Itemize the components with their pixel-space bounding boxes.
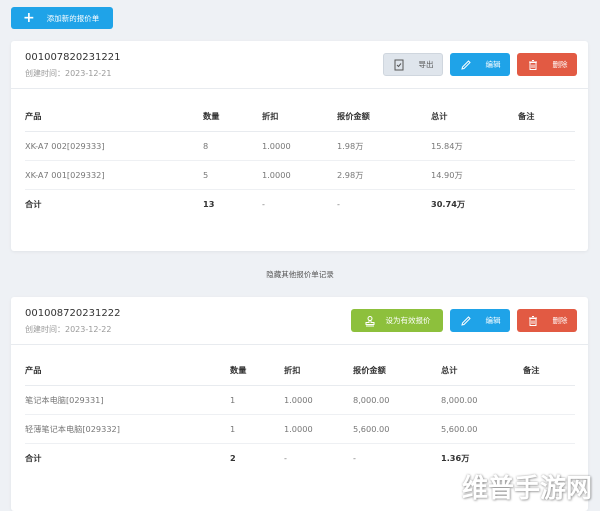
cell-discount: 1.0000 [284, 414, 353, 444]
hide-other-quotes-toggle[interactable]: 隐藏其他报价单记录 [0, 262, 600, 286]
toggle-label: 隐藏其他报价单记录 [266, 269, 334, 279]
table-header-row: 产品 数量 折扣 报价金额 总计 备注 [25, 102, 575, 132]
plus-icon: + [23, 10, 35, 26]
edit-label: 编辑 [485, 316, 501, 325]
cell-qty: 1 [230, 414, 284, 444]
quote-card-1: 001007820231221 创建时间：2023-12-21 导出 编辑 删除 [11, 41, 588, 251]
total-qty: 13 [203, 198, 215, 209]
quote-items-table: 产品 数量 折扣 报价金额 总计 备注 笔记本电脑[029331] 1 1.00… [25, 356, 575, 472]
quote-card-header: 001008720231222 创建时间：2023-12-22 设为有效报价 编… [11, 297, 588, 345]
cell-discount: 1.0000 [284, 385, 353, 415]
col-total: 总计 [431, 102, 518, 132]
cell-total: 14.90万 [431, 160, 518, 190]
edit-label: 编辑 [485, 60, 501, 69]
quote-created-date: 创建时间：2023-12-22 [25, 325, 112, 334]
col-discount: 折扣 [262, 102, 337, 132]
pencil-icon [460, 59, 471, 70]
total-discount: - [284, 452, 287, 463]
set-valid-label: 设为有效报价 [385, 316, 431, 325]
export-doc-icon [394, 59, 403, 70]
col-product: 产品 [25, 356, 230, 386]
total-qty: 2 [230, 452, 236, 463]
quote-items-table: 产品 数量 折扣 报价金额 总计 备注 XK-A7 002[029333] 8 … [25, 102, 575, 218]
col-amount: 报价金额 [353, 356, 441, 386]
cell-notes [518, 131, 575, 161]
cell-discount: 1.0000 [262, 160, 337, 190]
trash-icon [528, 315, 537, 326]
cell-product: XK-A7 002[029333] [25, 131, 203, 161]
quote-id: 001008720231222 [25, 308, 121, 319]
delete-button[interactable]: 删除 [517, 309, 577, 332]
quote-card-header: 001007820231221 创建时间：2023-12-21 导出 编辑 删除 [11, 41, 588, 89]
table-row: XK-A7 001[029332] 5 1.0000 2.98万 14.90万 [25, 160, 575, 190]
delete-label: 删除 [552, 60, 568, 69]
col-qty: 数量 [203, 102, 262, 132]
cell-qty: 8 [203, 131, 262, 161]
add-quote-label: 添加新的报价单 [46, 13, 100, 23]
total-amount: - [353, 452, 356, 463]
cell-qty: 1 [230, 385, 284, 415]
total-sum: 30.74万 [431, 198, 466, 209]
cell-notes [518, 160, 575, 190]
cell-total: 8,000.00 [441, 385, 523, 415]
delete-button[interactable]: 删除 [517, 53, 577, 76]
cell-amount: 8,000.00 [353, 385, 441, 415]
cell-notes [523, 385, 575, 415]
set-valid-quote-button[interactable]: 设为有效报价 [351, 309, 443, 332]
edit-button[interactable]: 编辑 [450, 53, 510, 76]
cell-total: 5,600.00 [441, 414, 523, 444]
trash-icon [528, 59, 537, 70]
cell-discount: 1.0000 [262, 131, 337, 161]
export-label: 导出 [418, 60, 434, 69]
cell-amount: 5,600.00 [353, 414, 441, 444]
export-button[interactable]: 导出 [383, 53, 443, 76]
edit-button[interactable]: 编辑 [450, 309, 510, 332]
cell-product: 笔记本电脑[029331] [25, 385, 230, 415]
quote-id: 001007820231221 [25, 52, 121, 63]
cell-product: XK-A7 001[029332] [25, 160, 203, 190]
table-row: 笔记本电脑[029331] 1 1.0000 8,000.00 8,000.00 [25, 385, 575, 415]
delete-label: 删除 [552, 316, 568, 325]
cell-total: 15.84万 [431, 131, 518, 161]
table-total-row: 合计 13 - - 30.74万 [25, 189, 575, 218]
col-qty: 数量 [230, 356, 284, 386]
col-discount: 折扣 [284, 356, 353, 386]
col-notes: 备注 [523, 356, 575, 386]
total-notes [518, 189, 575, 218]
cell-notes [523, 414, 575, 444]
col-product: 产品 [25, 102, 203, 132]
add-quote-button[interactable]: + 添加新的报价单 [11, 7, 113, 29]
col-total: 总计 [441, 356, 523, 386]
cell-amount: 2.98万 [337, 160, 431, 190]
pencil-icon [460, 315, 471, 326]
total-label: 合计 [25, 452, 42, 463]
watermark: 维普手游网 [461, 474, 592, 504]
table-row: XK-A7 002[029333] 8 1.0000 1.98万 15.84万 [25, 131, 575, 161]
cell-amount: 1.98万 [337, 131, 431, 161]
col-notes: 备注 [518, 102, 575, 132]
table-header-row: 产品 数量 折扣 报价金额 总计 备注 [25, 356, 575, 386]
cell-qty: 5 [203, 160, 262, 190]
total-label: 合计 [25, 198, 42, 209]
total-discount: - [262, 198, 265, 209]
stamp-icon [365, 315, 374, 326]
cell-product: 轻薄笔记本电脑[029332] [25, 414, 230, 444]
table-row: 轻薄笔记本电脑[029332] 1 1.0000 5,600.00 5,600.… [25, 414, 575, 444]
total-amount: - [337, 198, 340, 209]
col-amount: 报价金额 [337, 102, 431, 132]
quote-created-date: 创建时间：2023-12-21 [25, 69, 112, 78]
